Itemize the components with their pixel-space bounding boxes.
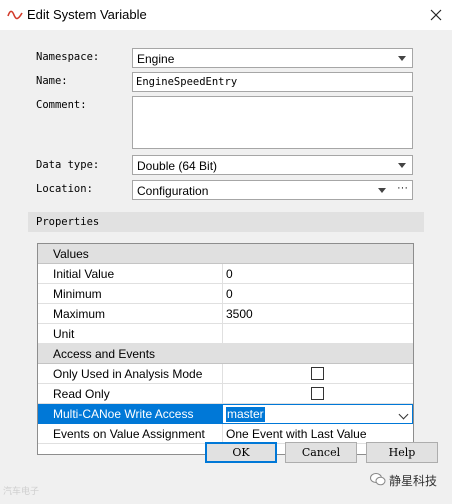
namespace-value: Engine xyxy=(137,52,175,66)
datatype-dropdown[interactable]: Double (64 Bit) xyxy=(132,155,413,175)
signal-wave-icon xyxy=(7,10,23,20)
row-initial-value[interactable]: Initial Value 0 xyxy=(38,264,413,284)
maximum-label: Maximum xyxy=(53,307,106,321)
chevron-down-icon[interactable] xyxy=(398,409,409,420)
name-value: EngineSpeedEntry xyxy=(136,76,238,88)
maximum-value[interactable]: 3500 xyxy=(226,307,253,321)
ok-label: OK xyxy=(232,446,250,459)
minimum-value[interactable]: 0 xyxy=(226,287,233,301)
cancel-button[interactable]: Cancel xyxy=(285,442,357,463)
row-events[interactable]: Events on Value Assignment One Event wit… xyxy=(38,424,413,444)
help-button[interactable]: Help xyxy=(366,442,438,463)
row-read-only[interactable]: Read Only xyxy=(38,384,413,404)
window-title: Edit System Variable xyxy=(27,7,147,22)
datatype-value: Double (64 Bit) xyxy=(137,159,218,173)
close-icon[interactable] xyxy=(424,3,448,27)
group-values[interactable]: Values xyxy=(38,244,413,264)
watermark-left: 汽车电子 xyxy=(3,486,40,496)
events-label: Events on Value Assignment xyxy=(53,427,205,441)
title-bar: Edit System Variable xyxy=(0,0,452,30)
unit-label: Unit xyxy=(53,327,75,341)
ok-button[interactable]: OK xyxy=(205,442,277,463)
analysis-mode-checkbox[interactable] xyxy=(311,367,324,380)
initial-value-label: Initial Value xyxy=(53,267,115,281)
dropdown-arrow-icon[interactable] xyxy=(378,188,386,193)
row-maximum[interactable]: Maximum 3500 xyxy=(38,304,413,324)
group-access-label: Access and Events xyxy=(53,347,156,361)
row-analysis-mode[interactable]: Only Used in Analysis Mode xyxy=(38,364,413,384)
name-label: Name: xyxy=(36,75,68,87)
dropdown-arrow-icon[interactable] xyxy=(398,163,406,168)
properties-header: Properties xyxy=(28,212,424,232)
read-only-label: Read Only xyxy=(53,387,110,401)
properties-title: Properties xyxy=(36,216,100,228)
comment-label: Comment: xyxy=(36,99,87,111)
location-label: Location: xyxy=(36,183,93,195)
comment-textarea[interactable] xyxy=(132,96,413,149)
events-value[interactable]: One Event with Last Value xyxy=(226,427,367,441)
dropdown-arrow-icon[interactable] xyxy=(398,56,406,61)
write-access-label: Multi-CANoe Write Access xyxy=(53,407,194,421)
write-access-value: master xyxy=(226,407,265,422)
name-field[interactable]: EngineSpeedEntry xyxy=(132,72,413,92)
watermark-right-text: 静星科技 xyxy=(389,474,438,488)
analysis-mode-label: Only Used in Analysis Mode xyxy=(53,367,203,381)
cancel-label: Cancel xyxy=(301,446,341,459)
browse-ellipsis-button[interactable]: ··· xyxy=(397,182,408,194)
group-values-label: Values xyxy=(53,247,89,261)
location-value: Configuration xyxy=(137,184,209,198)
write-access-dropdown[interactable]: master xyxy=(222,404,413,424)
property-grid: Values Initial Value 0 Minimum 0 Maximum… xyxy=(37,243,414,455)
minimum-label: Minimum xyxy=(53,287,102,301)
datatype-label: Data type: xyxy=(36,159,100,171)
wechat-icon xyxy=(370,473,386,486)
row-minimum[interactable]: Minimum 0 xyxy=(38,284,413,304)
location-dropdown[interactable]: Configuration ··· xyxy=(132,180,413,200)
read-only-checkbox[interactable] xyxy=(311,387,324,400)
row-unit[interactable]: Unit xyxy=(38,324,413,344)
group-access-events[interactable]: Access and Events xyxy=(38,344,413,364)
namespace-label: Namespace: xyxy=(36,51,100,63)
namespace-dropdown[interactable]: Engine xyxy=(132,48,413,68)
row-write-access[interactable]: Multi-CANoe Write Access master xyxy=(38,404,413,424)
initial-value-value[interactable]: 0 xyxy=(226,267,233,281)
help-label: Help xyxy=(388,446,416,459)
